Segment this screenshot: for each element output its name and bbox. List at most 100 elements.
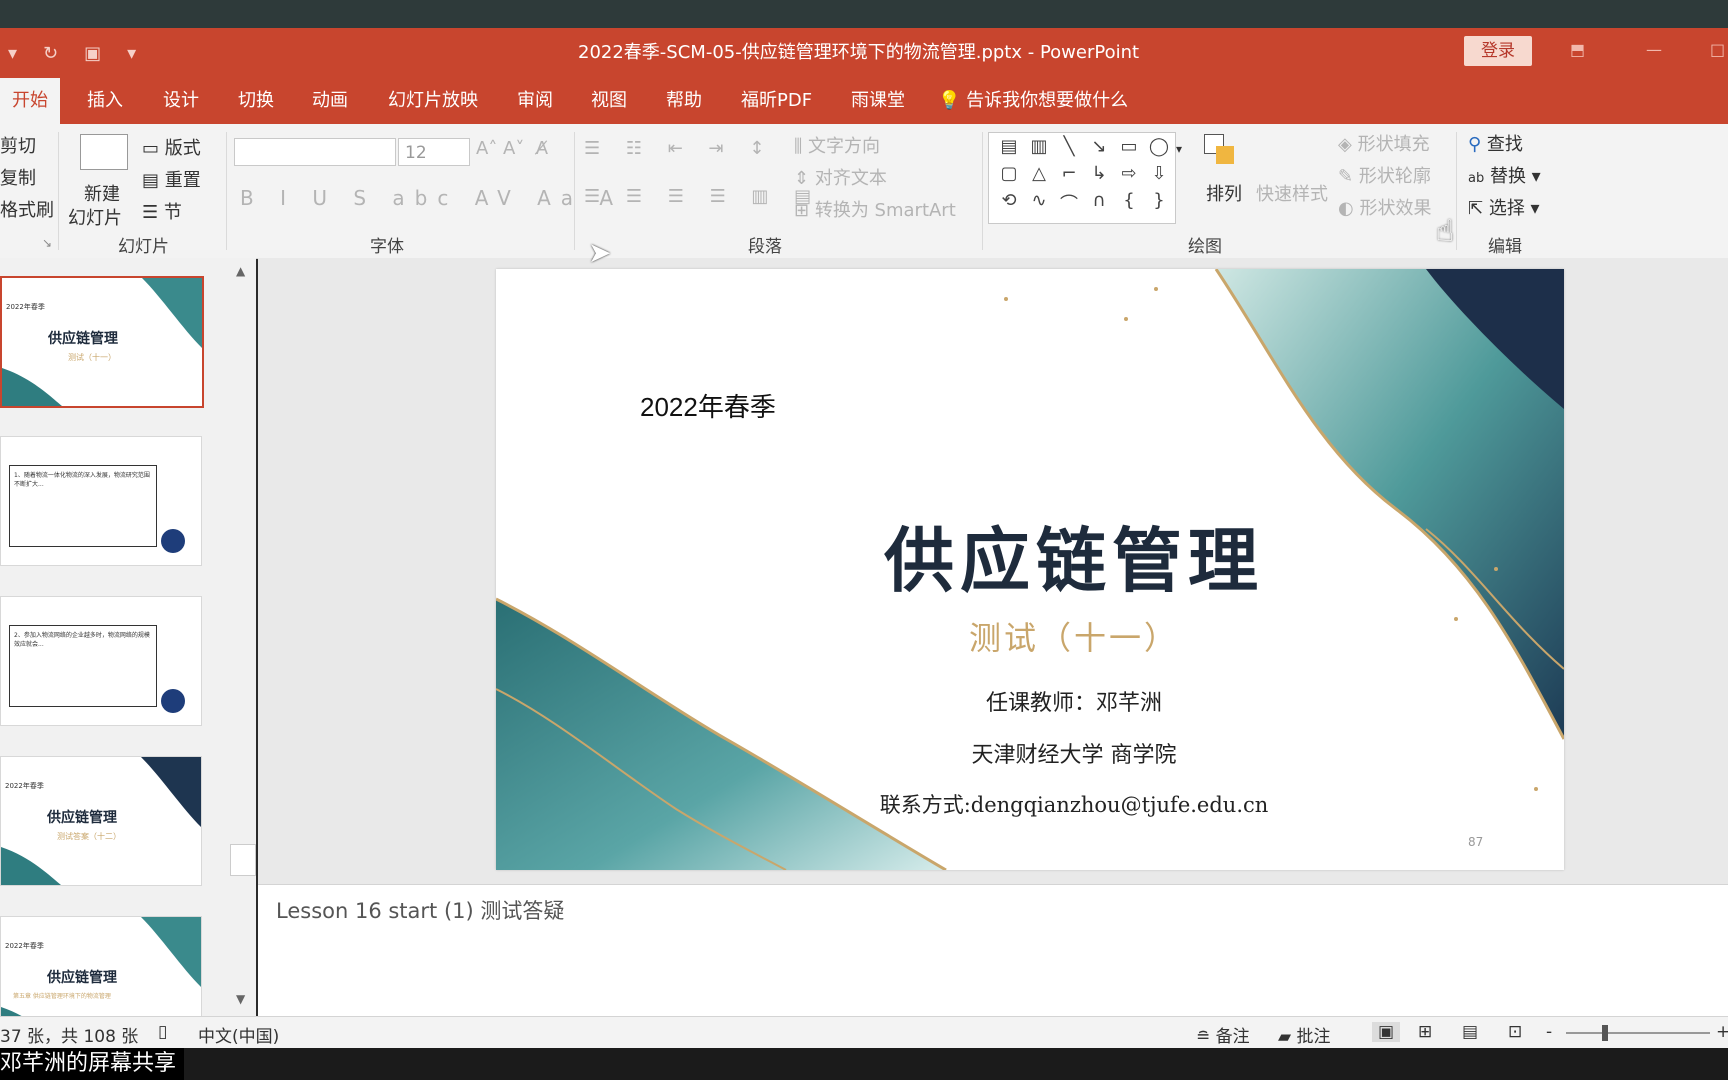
- scroll-up-icon[interactable]: ▲: [236, 264, 245, 278]
- shapes-gallery[interactable]: ▤ ▥ ╲ ↘ ▭ ◯ ▢ △ ⌐ ↳ ⇨ ⇩ ⟲ ∿ ⌒ ∩ {}: [988, 132, 1176, 224]
- comments-toggle-button[interactable]: ▰ 批注: [1278, 1022, 1330, 1047]
- clipboard-launcher-icon[interactable]: ↘: [42, 236, 52, 250]
- rounded-rect-icon: ▢: [1000, 163, 1018, 184]
- ribbon-tabs: 开始 插入 设计 切换 动画 幻灯片放映 审阅 视图 帮助 福昕PDF 雨课堂 …: [0, 78, 1728, 124]
- align-text-icon: ⇕: [794, 168, 810, 189]
- slide-thumbnail[interactable]: 2022年春季 供应链管理 测试答案（十二）: [0, 756, 202, 886]
- font-name-input[interactable]: [234, 138, 396, 166]
- thumb-question-text: 2、参加入物流网络的企业越多时，物流网络的规模效应就会...: [9, 625, 157, 707]
- tab-transitions[interactable]: 切换: [238, 78, 274, 124]
- font-size-controls-icon[interactable]: A˄ A˅ A̸: [476, 138, 548, 159]
- zoom-slider-thumb[interactable]: [1602, 1025, 1608, 1041]
- convert-smartart-button[interactable]: ⊞ 转换为 SmartArt: [794, 196, 956, 222]
- new-slide-label-1[interactable]: 新建: [84, 180, 120, 206]
- customize-qat-icon[interactable]: ▾: [127, 43, 136, 64]
- shape-outline-button[interactable]: ✎ 形状轮廓: [1338, 162, 1431, 188]
- zoom-in-button[interactable]: +: [1716, 1022, 1728, 1042]
- right-brace-icon: }: [1153, 190, 1165, 211]
- slide-thumbnail[interactable]: 2022年春季 供应链管理 第五章 供应链管理环境下的物流管理: [0, 916, 202, 1016]
- notes-icon: ≘: [1196, 1027, 1211, 1047]
- slide-school: 天津财经大学 商学院: [971, 743, 1177, 768]
- effects-icon: ◐: [1338, 198, 1354, 219]
- triangle-icon: △: [1032, 163, 1046, 184]
- status-bar: 37 张，共 108 张 ▯ 中文(中国) ≘ 备注 ▰ 批注 ▣ ⊞ ▤ ⊡ …: [0, 1016, 1728, 1049]
- tab-rain-classroom[interactable]: 雨课堂: [851, 78, 905, 124]
- text-direction-button[interactable]: ⫼ 文字方向: [794, 132, 880, 158]
- pen-icon: ✎: [1338, 166, 1354, 187]
- slideshow-view-icon[interactable]: ⊡: [1508, 1022, 1522, 1042]
- slideshow-from-start-icon[interactable]: ▣: [84, 43, 101, 64]
- current-slide[interactable]: 2022年春季 供应链管理 测试（十一） 任课教师：邓芊洲 天津财经大学 商学院…: [496, 269, 1564, 870]
- notes-pane[interactable]: Lesson 16 start (1) 测试答疑: [258, 884, 1728, 1017]
- thumbnail-scrollbar[interactable]: ▲ ▼: [230, 258, 256, 1016]
- section-icon: ☰: [142, 202, 159, 223]
- notes-text[interactable]: Lesson 16 start (1) 测试答疑: [276, 895, 564, 925]
- redo-icon[interactable]: ↻: [43, 43, 58, 64]
- section-button[interactable]: ☰ 节: [142, 198, 182, 224]
- list-indent-icons[interactable]: ☰ ☷ ⇤ ⇥ ↕: [584, 138, 774, 159]
- slide-title: 供应链管理: [884, 520, 1264, 602]
- new-slide-icon[interactable]: [80, 134, 128, 170]
- alignment-icons[interactable]: ☰ ☰ ☰ ☰ ▥ ▤: [584, 186, 821, 207]
- normal-view-icon[interactable]: ▣: [1372, 1022, 1401, 1042]
- minimize-icon[interactable]: —: [1646, 40, 1662, 59]
- tab-slideshow[interactable]: 幻灯片放映: [388, 78, 478, 124]
- slide-thumbnail[interactable]: 1、随着物流一体化物流的深入发展，物流研究范围不断扩大...: [0, 436, 202, 566]
- font-format-icons[interactable]: B I U S abc AV Aa A: [240, 186, 623, 210]
- screen-top-bar: [0, 0, 1728, 28]
- format-painter-button[interactable]: 格式刷: [0, 196, 54, 222]
- font-size-input[interactable]: 12: [398, 138, 470, 166]
- find-button[interactable]: ⚲ 查找: [1468, 130, 1523, 156]
- reset-button[interactable]: ▤ 重置: [142, 166, 201, 192]
- copy-button[interactable]: 复制: [0, 164, 36, 190]
- notes-toggle-button[interactable]: ≘ 备注: [1196, 1022, 1250, 1047]
- tab-insert[interactable]: 插入: [87, 78, 123, 124]
- shape-effects-button[interactable]: ◐ 形状效果: [1338, 194, 1431, 220]
- maximize-icon[interactable]: □: [1710, 40, 1725, 59]
- zoom-slider[interactable]: [1566, 1025, 1710, 1041]
- slide-thumbnail[interactable]: 2022年春季 供应链管理 测试（十一）: [0, 276, 204, 408]
- screen-share-banner: 邓芊洲的屏幕共享: [0, 1048, 185, 1080]
- new-slide-label-2[interactable]: 幻灯片: [68, 204, 122, 230]
- arrange-icon[interactable]: [1204, 134, 1240, 170]
- vertical-textbox-icon: ▥: [1030, 136, 1048, 157]
- tab-home[interactable]: 开始: [0, 78, 60, 124]
- align-text-button[interactable]: ⇕ 对齐文本: [794, 164, 887, 190]
- tell-me-search[interactable]: 💡 告诉我你想要做什么: [938, 78, 1128, 124]
- tab-view[interactable]: 视图: [591, 78, 627, 124]
- tab-animations[interactable]: 动画: [312, 78, 348, 124]
- layout-button[interactable]: ▭ 版式: [142, 134, 201, 160]
- replace-button[interactable]: ab 替换 ▾: [1468, 162, 1541, 188]
- tab-design[interactable]: 设计: [163, 78, 199, 124]
- drawing-group-label: 绘图: [1188, 237, 1222, 257]
- scroll-thumb[interactable]: [230, 844, 256, 876]
- quick-styles-button[interactable]: 快速样式: [1256, 180, 1328, 206]
- shape-fill-button[interactable]: ◈ 形状填充: [1338, 130, 1430, 156]
- tab-review[interactable]: 审阅: [517, 78, 553, 124]
- tab-foxit-pdf[interactable]: 福昕PDF: [741, 78, 812, 124]
- reading-view-icon[interactable]: ▤: [1462, 1022, 1478, 1042]
- accessibility-icon[interactable]: ▯: [158, 1022, 167, 1042]
- line-icon: ╲: [1063, 136, 1075, 157]
- replace-icon: ab: [1468, 171, 1485, 186]
- divider: [982, 132, 983, 250]
- slide-sorter-view-icon[interactable]: ⊞: [1418, 1022, 1432, 1042]
- scribble-icon: ∿: [1031, 190, 1047, 211]
- gallery-more-icon[interactable]: ▾: [1176, 142, 1182, 156]
- freeform-icon: ⟲: [1001, 190, 1017, 211]
- cut-button[interactable]: 剪切: [0, 132, 36, 158]
- language-indicator[interactable]: 中文(中国): [198, 1022, 279, 1047]
- divider: [574, 132, 575, 250]
- undo-dropdown-icon[interactable]: ▾: [8, 43, 17, 64]
- slide-thumbnail[interactable]: 2、参加入物流网络的企业越多时，物流网络的规模效应就会...: [0, 596, 202, 726]
- select-button[interactable]: ⇱ 选择 ▾: [1468, 194, 1540, 220]
- scroll-down-icon[interactable]: ▼: [236, 992, 245, 1006]
- tab-help[interactable]: 帮助: [666, 78, 702, 124]
- login-button[interactable]: 登录: [1464, 36, 1532, 66]
- ribbon-home: 剪切 复制 格式刷 ↘ 新建 幻灯片 ▭ 版式 ▤ 重置 ☰ 节 幻灯片 12 …: [0, 124, 1728, 259]
- arrange-button[interactable]: 排列: [1206, 180, 1242, 206]
- thumb-title: 供应链管理: [47, 970, 117, 986]
- text-direction-icon: ⫼: [794, 136, 803, 157]
- zoom-out-button[interactable]: -: [1546, 1022, 1552, 1042]
- ribbon-display-options-icon[interactable]: ⬒: [1570, 40, 1585, 59]
